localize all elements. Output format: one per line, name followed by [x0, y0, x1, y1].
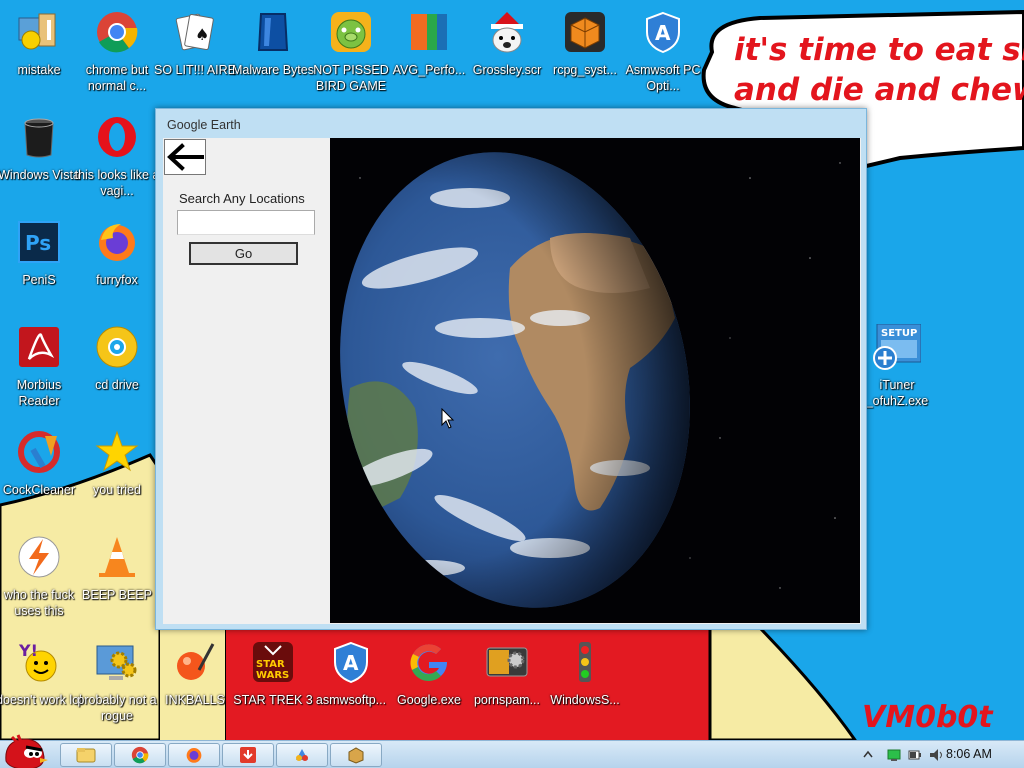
pdf-reader-icon: [15, 323, 63, 371]
desktop-icon-windows-vista[interactable]: Windows Vista: [0, 113, 80, 183]
cube-icon: [561, 8, 609, 56]
avast-icon: [15, 533, 63, 581]
traffic-cone-icon: [93, 533, 141, 581]
google-g-icon: [405, 638, 453, 686]
svg-text:Ps: Ps: [25, 231, 51, 255]
malwarebytes-icon: [249, 8, 297, 56]
desktop-icon-inkballs[interactable]: INKBALLS: [155, 638, 235, 708]
taskbar: 8:06 AM: [0, 734, 1024, 768]
chrome-icon: [131, 746, 149, 764]
window-title[interactable]: Google Earth: [156, 109, 866, 139]
svg-text:SETUP: SETUP: [881, 328, 917, 339]
taskbar-clock[interactable]: 8:06 AM: [946, 747, 992, 761]
desktop-icon-asmwsoftp[interactable]: A asmwsoftp...: [311, 638, 391, 708]
cd-icon: [93, 323, 141, 371]
desktop-icon-avg-perfo[interactable]: AVG_Perfo...: [389, 8, 469, 78]
desktop-icon-who-uses-this[interactable]: who the fuck uses this: [0, 533, 79, 619]
svg-text:♠: ♠: [195, 25, 209, 44]
desktop-icon-chrome-but-normal[interactable]: chrome but normal c...: [77, 8, 157, 94]
paint-icon: [296, 749, 308, 761]
volume-icon[interactable]: [928, 747, 946, 763]
desktop-icon-grossley[interactable]: Grossley.scr: [467, 8, 547, 78]
svg-text:WARS: WARS: [256, 670, 289, 681]
earth-globe-image: [330, 138, 841, 623]
explorer-icon: [76, 748, 96, 763]
wallpaper-signature: VM0b0t: [862, 700, 993, 735]
desktop-icon-not-pissed-bird-game[interactable]: NOT PISSED BIRD GAME: [311, 8, 391, 94]
control-panel-icon: [15, 8, 63, 56]
traffic-light-icon: [561, 638, 609, 686]
firefox-icon: [93, 218, 141, 266]
network-icon[interactable]: [886, 747, 902, 763]
desktop-icon-star-trek-3[interactable]: STAR WARS STAR TREK 3: [233, 638, 313, 708]
desktop-icon-beep-beep[interactable]: BEEP BEEP: [77, 533, 157, 603]
taskbar-firefox-button[interactable]: [168, 743, 220, 767]
desktop-icon-doesnt-work[interactable]: Y! doesn't work lol: [0, 638, 82, 708]
dog-santa-hat-icon: [483, 8, 531, 56]
setup-installer-icon: SETUP: [873, 323, 921, 371]
desktop-icon-penis[interactable]: Ps PeniS: [0, 218, 79, 288]
firefox-icon: [186, 748, 202, 763]
desktop-icon-you-tried[interactable]: you tried: [77, 428, 157, 498]
desktop-icon-pornspam[interactable]: pornspam...: [467, 638, 547, 708]
system-tray: [854, 741, 1024, 768]
chrome-icon: [93, 8, 141, 56]
taskbar-chrome-button[interactable]: [114, 743, 166, 767]
battery-icon[interactable]: [908, 749, 922, 761]
mouse-cursor-icon: [441, 408, 455, 429]
green-pig-icon: [327, 8, 375, 56]
desktop-icon-rcpg-syst[interactable]: rcpg_syst...: [545, 8, 625, 78]
star-icon: [93, 428, 141, 476]
taskbar-explorer-button[interactable]: [60, 743, 112, 767]
svg-text:Y!: Y!: [18, 641, 38, 660]
yahoo-messenger-icon: Y!: [15, 638, 63, 686]
tray-overflow-chevron-icon[interactable]: [863, 750, 873, 758]
star-wars-icon: STAR WARS: [249, 638, 297, 686]
solitaire-cards-icon: ♠: [171, 8, 219, 56]
desktop-icon-windowss[interactable]: WindowsS...: [545, 638, 625, 708]
angry-bird-start-icon: [5, 734, 48, 768]
desktop-icon-opera[interactable]: this looks like a vagi...: [75, 113, 159, 199]
desktop-icon-probably-not-a-rogue[interactable]: probably not a rogue: [77, 638, 157, 724]
desktop-icon-furryfox[interactable]: furryfox: [77, 218, 157, 288]
search-label: Search Any Locations: [179, 191, 305, 206]
opera-icon: [93, 113, 141, 161]
go-button[interactable]: Go: [189, 242, 298, 265]
desktop-icon-mistake[interactable]: mistake: [0, 8, 79, 78]
taskbar-download-button[interactable]: [222, 743, 274, 767]
asmwsoft-shield-icon: A: [327, 638, 375, 686]
svg-text:STAR: STAR: [256, 659, 285, 670]
desktop-icon-malware-bytes[interactable]: Malware Bytes: [232, 8, 314, 78]
search-input[interactable]: [177, 210, 315, 235]
gears-monitor-icon: [93, 638, 141, 686]
taskbar-paint-button[interactable]: [276, 743, 328, 767]
desktop-icon-cockcleaner[interactable]: CockCleaner: [0, 428, 79, 498]
window-client-area: Search Any Locations Go: [163, 138, 861, 624]
inkball-icon: [171, 638, 219, 686]
trash-bin-icon: [15, 113, 63, 161]
download-icon: [240, 747, 256, 763]
desktop-icon-morbius-reader[interactable]: Morbius Reader: [0, 323, 79, 409]
asmwsoft-shield-icon: A: [639, 8, 687, 56]
start-button[interactable]: [2, 731, 48, 768]
desktop-icon-so-lit-aire[interactable]: ♠ SO LIT!!! AIRE: [154, 8, 236, 78]
google-earth-window[interactable]: Google Earth Search Any Locations Go: [155, 108, 867, 630]
ccleaner-icon: [15, 428, 63, 476]
gear-box-icon: [483, 638, 531, 686]
svg-text:A: A: [655, 21, 671, 45]
box-icon: [348, 747, 364, 764]
desktop-icon-ituner-setup[interactable]: SETUP iTuner _ofuhZ.exe: [857, 323, 937, 409]
svg-text:A: A: [343, 651, 359, 675]
photoshop-icon: Ps: [15, 218, 63, 266]
back-button[interactable]: [164, 139, 206, 175]
desktop-icon-cd-drive[interactable]: cd drive: [77, 323, 157, 393]
back-arrow-icon: [167, 143, 204, 171]
earth-globe-view[interactable]: [330, 138, 860, 623]
desktop-icon-asmwsoft-pc-opti[interactable]: A Asmwsoft PC Opti...: [623, 8, 703, 94]
taskbar-box-button[interactable]: [330, 743, 382, 767]
avg-icon: [405, 8, 453, 56]
desktop-icon-google-exe[interactable]: Google.exe: [389, 638, 469, 708]
